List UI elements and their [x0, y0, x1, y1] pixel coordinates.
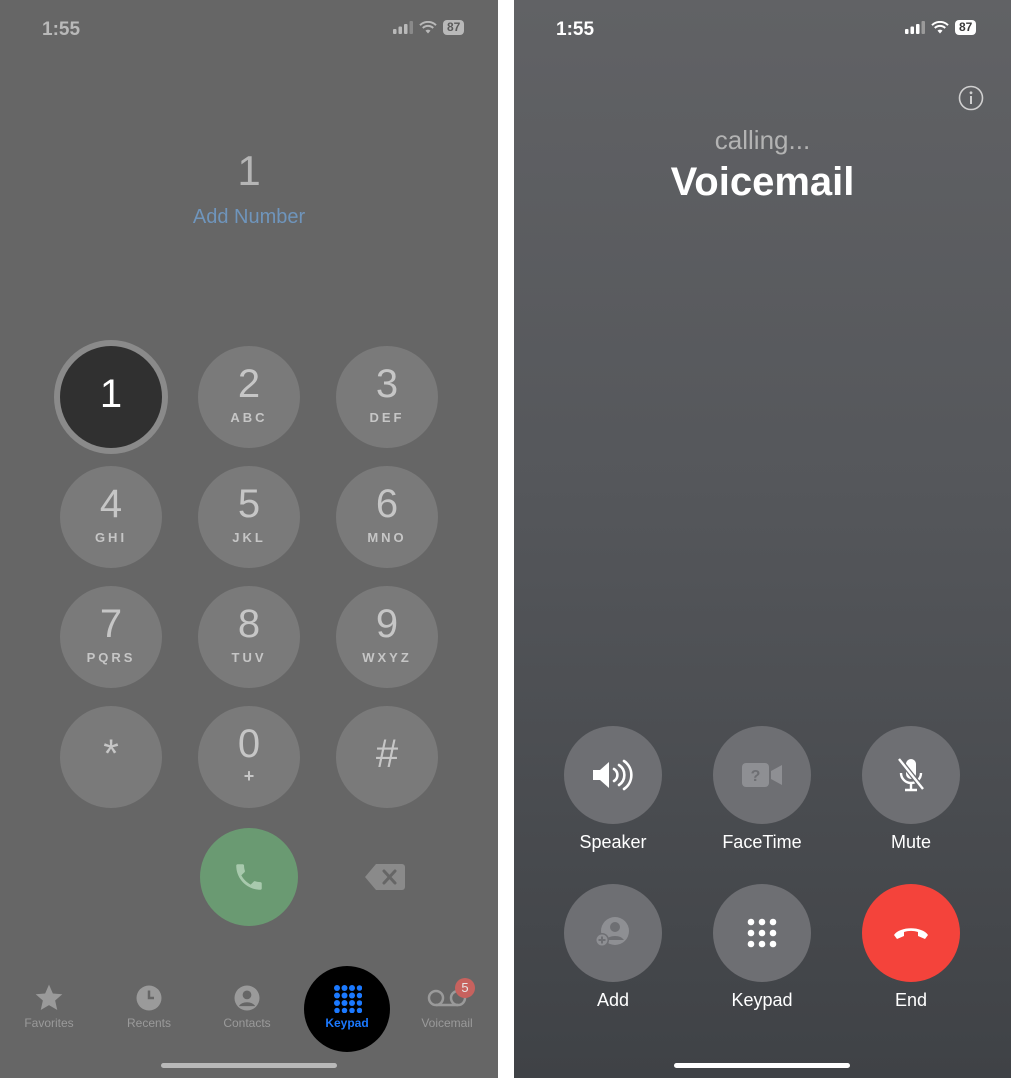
key-digit: 1: [99, 372, 123, 416]
key-digit: 7: [99, 602, 123, 646]
star-icon: [35, 984, 63, 1010]
mute-button[interactable]: [862, 726, 960, 824]
signal-icon: [905, 21, 925, 34]
phone-icon: [236, 864, 262, 890]
key-digit: 4: [99, 482, 123, 526]
key-letters: +: [243, 766, 255, 786]
key-digit: 8: [237, 602, 261, 646]
status-bar-icons: 87: [393, 20, 465, 35]
key-6[interactable]: 6 MNO: [336, 466, 438, 568]
clock-icon: [136, 985, 162, 1011]
tab-label: Keypad: [325, 1016, 369, 1030]
facetime-label: FaceTime: [722, 832, 802, 852]
add-contact-icon: [595, 917, 629, 947]
calling-screen: 1:55 87 calling... Voicemail ? Speaker F…: [514, 0, 1011, 1078]
key-8[interactable]: 8 TUV: [198, 586, 300, 688]
keypad-icon: [747, 918, 777, 948]
key-letters: ABC: [230, 410, 268, 425]
key-4[interactable]: 4 GHI: [60, 466, 162, 568]
voicemail-badge: 5: [455, 978, 475, 998]
mute-icon: [897, 757, 925, 792]
key-digit: 0: [237, 722, 261, 766]
key-star[interactable]: *: [60, 706, 162, 808]
key-letters: PQRS: [86, 650, 136, 665]
key-letters: WXYZ: [362, 650, 412, 665]
key-2[interactable]: 2 ABC: [198, 346, 300, 448]
tab-voicemail[interactable]: 5 Voicemail: [407, 978, 487, 1030]
speaker-label: Speaker: [579, 832, 647, 852]
tab-favorites[interactable]: Favorites: [9, 980, 89, 1030]
home-indicator[interactable]: [674, 1063, 850, 1068]
speaker-icon: [593, 759, 633, 791]
key-digit: *: [103, 732, 119, 776]
keypad-icon: [334, 985, 362, 1013]
tab-label: Favorites: [24, 1016, 74, 1030]
signal-icon: [393, 21, 413, 34]
key-digit: 5: [237, 482, 261, 526]
tab-label: Recents: [126, 1016, 172, 1030]
keypad-button[interactable]: [713, 884, 811, 982]
key-hash[interactable]: #: [336, 706, 438, 808]
key-letters: MNO: [367, 530, 407, 545]
speaker-button[interactable]: [564, 726, 662, 824]
battery-indicator: 87: [443, 20, 465, 35]
svg-text:?: ?: [751, 768, 761, 785]
facetime-button[interactable]: ?: [713, 726, 811, 824]
key-letters: TUV: [231, 650, 267, 665]
end-call-icon: [894, 928, 928, 939]
add-number-link[interactable]: Add Number: [0, 206, 498, 229]
tab-label: Voicemail: [421, 1016, 473, 1030]
call-button[interactable]: [200, 828, 298, 926]
dialer-screen: 1:55 87 1 Add Number 1 2 ABC 3 DEF 4 GHI…: [0, 0, 498, 1078]
entered-number: 1: [237, 147, 261, 194]
end-call-button[interactable]: [862, 884, 960, 982]
status-bar-icons: 87: [905, 20, 977, 35]
tab-bar: Favorites Recents Contacts Keypad 5 Voic…: [0, 978, 498, 1050]
tab-recents[interactable]: Recents: [109, 980, 189, 1030]
keypad-label: Keypad: [731, 990, 793, 1010]
battery-indicator: 87: [955, 20, 977, 35]
wifi-icon: [931, 21, 949, 34]
home-indicator[interactable]: [161, 1063, 337, 1068]
info-icon[interactable]: [958, 85, 984, 111]
call-status: calling...: [714, 125, 811, 155]
key-digit: 3: [375, 362, 399, 406]
tab-contacts[interactable]: Contacts: [207, 980, 287, 1030]
status-time: 1:55: [556, 19, 595, 40]
key-9[interactable]: 9 WXYZ: [336, 586, 438, 688]
status-time: 1:55: [42, 19, 81, 40]
callee-name: Voicemail: [670, 160, 855, 204]
key-3[interactable]: 3 DEF: [336, 346, 438, 448]
wifi-icon: [419, 21, 437, 34]
key-digit: 2: [237, 362, 261, 406]
add-call-button[interactable]: [564, 884, 662, 982]
add-label: Add: [596, 990, 630, 1010]
key-0[interactable]: 0 +: [198, 706, 300, 808]
key-1[interactable]: 1: [60, 346, 162, 448]
delete-button[interactable]: [364, 862, 406, 892]
key-letters: JKL: [232, 530, 266, 545]
tab-keypad[interactable]: Keypad: [307, 980, 387, 1030]
end-label: End: [894, 990, 928, 1010]
key-letters: GHI: [94, 530, 128, 545]
mute-label: Mute: [890, 832, 932, 852]
key-digit: 9: [375, 602, 399, 646]
facetime-icon: ?: [742, 763, 782, 787]
key-digit: #: [375, 732, 399, 776]
tab-label: Contacts: [223, 1016, 271, 1030]
key-5[interactable]: 5 JKL: [198, 466, 300, 568]
person-icon: [234, 985, 260, 1011]
key-letters: DEF: [369, 410, 405, 425]
key-digit: 6: [375, 482, 399, 526]
key-7[interactable]: 7 PQRS: [60, 586, 162, 688]
